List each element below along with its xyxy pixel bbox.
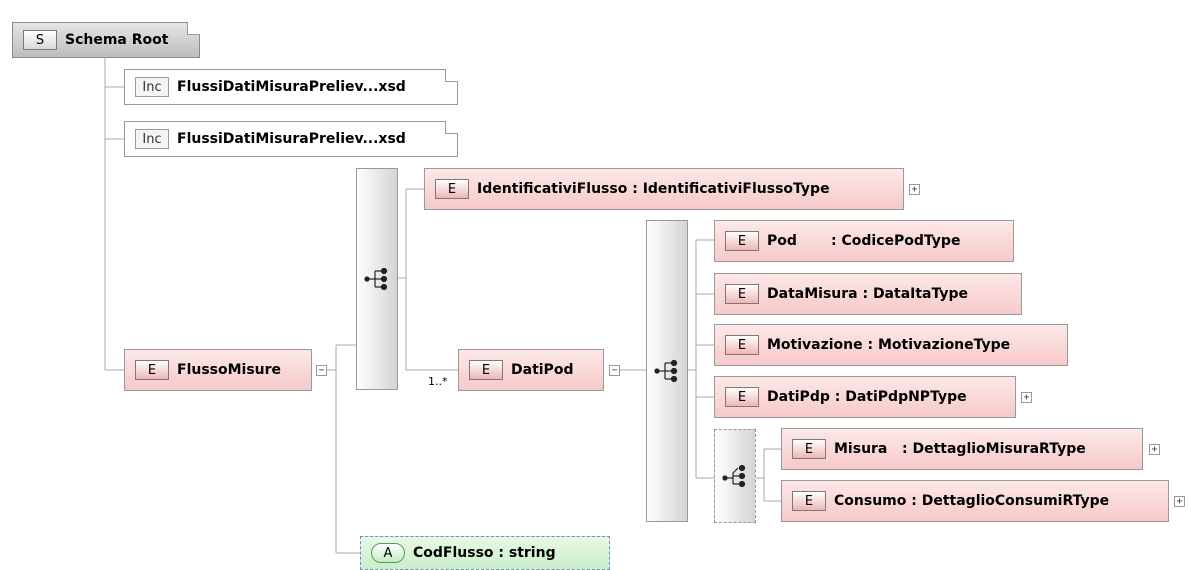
element-badge: E [725,231,759,251]
element-identificativi-flusso[interactable]: E IdentificativiFlusso : IdentificativiF… [424,168,904,210]
expand-button[interactable]: + [1149,444,1160,455]
element-name: Misura [834,441,888,457]
element-consumo[interactable]: E Consumo : DettaglioConsumiRType [781,480,1169,522]
element-dati-pod[interactable]: E DatiPod [458,349,604,391]
element-badge: E [725,284,759,304]
corner-fold-icon [445,69,458,82]
element-name: DatiPdp [767,389,830,405]
attribute-name: CodFlusso [413,545,494,561]
include-node[interactable]: Inc FlussiDatiMisuraPreliev...xsd [124,69,458,105]
element-data-misura[interactable]: E DataMisura : DataItaType [714,273,1022,315]
element-name: Motivazione [767,337,863,353]
expand-button[interactable]: + [1021,392,1032,403]
element-type: : MotivazioneType [862,337,1011,353]
element-name: IdentificativiFlusso [477,181,628,197]
element-dati-pdp[interactable]: E DatiPdp : DatiPdpNPType [714,376,1016,418]
element-misura[interactable]: E Misura : DettaglioMisuraRType [781,428,1143,470]
corner-fold-icon [445,121,458,134]
element-badge: E [435,179,469,199]
element-name: Consumo [834,493,907,509]
expand-button[interactable]: + [1174,496,1185,507]
collapse-button[interactable]: − [316,365,327,376]
attribute-badge: A [371,543,405,563]
element-name: FlussoMisure [177,362,282,378]
choice-compositor[interactable] [714,429,756,523]
element-badge: E [469,360,503,380]
include-label: FlussiDatiMisuraPreliev...xsd [177,79,406,95]
element-name: DatiPod [511,362,574,378]
element-type: : IdentificativiFlussoType [627,181,830,197]
sequence-icon [654,359,678,383]
element-flusso-misure[interactable]: E FlussoMisure [124,349,312,391]
include-badge: Inc [135,129,169,149]
element-badge: E [725,387,759,407]
expand-button[interactable]: + [909,184,920,195]
sequence-compositor[interactable] [646,220,688,522]
include-badge: Inc [135,77,169,97]
element-name: Pod [767,233,797,249]
schema-root-node[interactable]: S Schema Root [12,22,200,58]
element-type: : CodicePodType [796,233,961,249]
include-label: FlussiDatiMisuraPreliev...xsd [177,131,406,147]
element-type: : DatiPdpNPType [829,389,967,405]
collapse-button[interactable]: − [609,365,620,376]
sequence-compositor[interactable] [356,168,398,390]
element-badge: E [135,360,169,380]
element-badge: E [725,335,759,355]
attribute-cod-flusso[interactable]: A CodFlusso : string [360,536,610,570]
element-motivazione[interactable]: E Motivazione : MotivazioneType [714,324,1068,366]
element-badge: E [792,491,826,511]
choice-icon [722,464,746,488]
element-badge: E [792,439,826,459]
element-type: : DataItaType [857,286,969,302]
sequence-icon [364,267,388,291]
schema-badge: S [23,30,57,50]
attribute-type: : string [493,545,556,561]
include-node[interactable]: Inc FlussiDatiMisuraPreliev...xsd [124,121,458,157]
schema-root-label: Schema Root [65,32,169,48]
element-name: DataMisura [767,286,858,302]
element-pod[interactable]: E Pod : CodicePodType [714,220,1014,262]
element-type: : DettaglioMisuraRType [887,441,1086,457]
cardinality-label: 1..* [428,375,448,388]
corner-fold-icon [187,22,200,35]
element-type: : DettaglioConsumiRType [906,493,1110,509]
